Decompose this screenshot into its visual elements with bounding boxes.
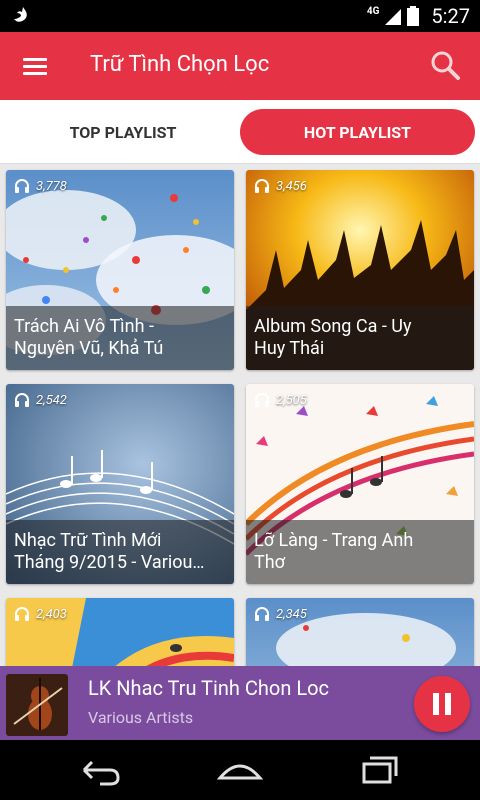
search-icon[interactable] <box>426 46 466 86</box>
headphones-icon <box>255 179 269 193</box>
playlist-card[interactable]: 2,403 <box>6 598 234 666</box>
playlist-title-line: Tháng 9/2015 - Variou… <box>14 552 205 573</box>
playlist-card[interactable]: 2,345 <box>246 598 474 666</box>
playlist-card[interactable]: 3,456 Album Song Ca - Uy Huy Thái <box>246 170 474 370</box>
track-artist: Various Artists <box>88 708 194 727</box>
tab-top-playlist[interactable]: TOP PLAYLIST <box>6 109 240 155</box>
playlist-card[interactable]: 2,505 Lỡ Làng - Trang Anh Thơ <box>246 384 474 584</box>
playlist-title-line: Lỡ Làng - Trang Anh <box>254 530 414 551</box>
playlist-caption: Album Song Ca - Uy Huy Thái <box>246 306 474 370</box>
playlist-title-line: Album Song Ca - Uy <box>254 316 412 337</box>
play-count: 2,505 <box>254 392 307 408</box>
play-count-value: 2,505 <box>276 392 307 408</box>
playlist-title-line: Trách Ai Vô Tình - <box>14 316 154 337</box>
pause-icon[interactable] <box>414 676 470 732</box>
play-count-value: 2,542 <box>36 392 67 408</box>
recent-apps-icon[interactable] <box>350 750 410 790</box>
play-count: 2,542 <box>14 392 67 408</box>
play-count: 2,345 <box>254 606 307 622</box>
app-title: Trữ Tình Chọn Lọc <box>90 52 270 77</box>
app-bar: Trữ Tình Chọn Lọc <box>0 32 480 100</box>
network-type: 4G <box>366 6 380 17</box>
system-nav-bar <box>0 740 480 800</box>
play-count: 3,456 <box>254 178 307 194</box>
playlist-tabs: TOP PLAYLIST HOT PLAYLIST <box>0 100 480 164</box>
track-title: LK Nhac Tru Tinh Chon Loc <box>88 676 329 700</box>
play-count-value: 3,456 <box>276 178 307 194</box>
notification-icon <box>14 7 27 22</box>
signal-icon <box>385 9 402 25</box>
playlist-card[interactable]: 2,542 Nhạc Trữ Tình Mới Tháng 9/2015 - V… <box>6 384 234 584</box>
playlist-title-line: Nguyên Vũ, Khả Tú <box>14 338 164 359</box>
hamburger-menu-icon[interactable] <box>14 46 56 86</box>
playlist-grid: 3,778 Trách Ai Vô Tình - Nguyên Vũ, Khả … <box>0 164 480 666</box>
home-icon[interactable] <box>210 750 270 790</box>
playlist-title-line: Huy Thái <box>254 338 325 359</box>
headphones-icon <box>255 607 269 621</box>
tab-hot-playlist[interactable]: HOT PLAYLIST <box>240 109 475 155</box>
playlist-title-line: Nhạc Trữ Tình Mới <box>14 530 162 551</box>
play-count-value: 2,345 <box>276 606 307 622</box>
play-count-value: 2,403 <box>36 606 67 622</box>
back-icon[interactable] <box>70 750 130 790</box>
clock: 5:27 <box>431 4 470 28</box>
playlist-card[interactable]: 3,778 Trách Ai Vô Tình - Nguyên Vũ, Khả … <box>6 170 234 370</box>
status-bar: 4G 5:27 <box>0 0 480 32</box>
playlist-title-line: Thơ <box>254 552 285 573</box>
headphones-icon <box>15 393 29 407</box>
play-count: 3,778 <box>14 178 67 194</box>
headphones-icon <box>255 393 269 407</box>
play-count-value: 3,778 <box>36 178 67 194</box>
playlist-caption: Nhạc Trữ Tình Mới Tháng 9/2015 - Variou… <box>6 520 234 584</box>
headphones-icon <box>15 179 29 193</box>
now-playing-bar[interactable]: LK Nhac Tru Tinh Chon Loc Various Artist… <box>0 666 480 740</box>
album-art <box>6 674 68 736</box>
play-count: 2,403 <box>14 606 67 622</box>
headphones-icon <box>15 607 29 621</box>
playlist-caption: Trách Ai Vô Tình - Nguyên Vũ, Khả Tú <box>6 306 234 370</box>
battery-icon <box>407 6 420 26</box>
playlist-caption: Lỡ Làng - Trang Anh Thơ <box>246 520 474 584</box>
